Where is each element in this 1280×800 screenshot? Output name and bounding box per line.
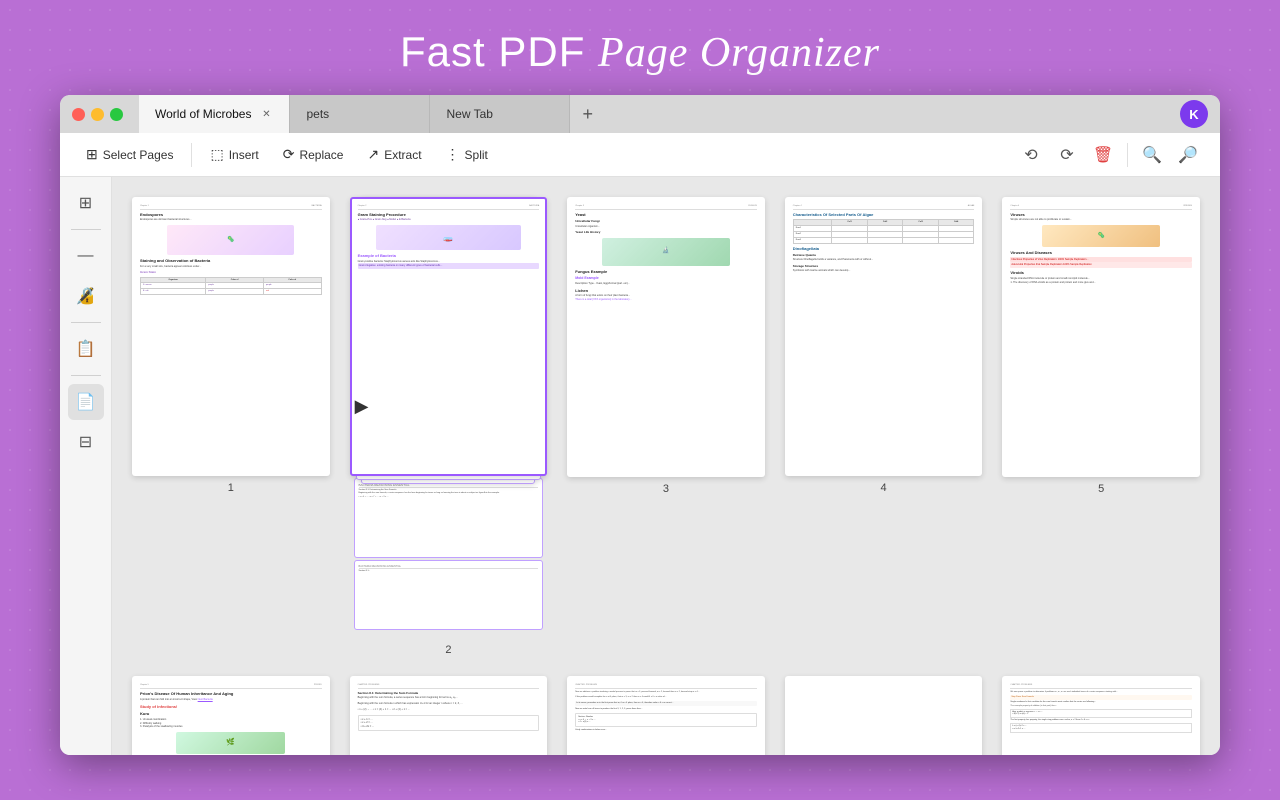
page-thumb-4[interactable]: Chapter 4ALGAE Characteristics Of Select…	[785, 197, 983, 476]
user-avatar[interactable]: K	[1180, 100, 1208, 128]
page-grid-container[interactable]: Chapter 1BACTERIA Endospores Endospores …	[112, 177, 1220, 755]
extract-icon: ↗	[367, 146, 379, 163]
replace-button[interactable]: ⟳ Replace	[273, 141, 354, 168]
page-item-1[interactable]: Chapter 1BACTERIA Endospores Endospores …	[132, 197, 330, 656]
toolbar-separator-2	[1127, 143, 1128, 167]
page-thumb-7[interactable]: CHAPTER: PROBLEMS Section 8.1: Determini…	[350, 676, 548, 755]
select-pages-label: Select Pages	[103, 148, 174, 162]
page-content-6: Chapter 5PRIONS Prion's Disease Of Human…	[134, 678, 328, 755]
page-item-10[interactable]: CHAPTER: PROBLEMS We now prove a problem…	[1002, 676, 1200, 755]
maximize-button[interactable]	[110, 108, 123, 121]
cursor-arrow: ▶	[355, 396, 369, 417]
sidebar-separator-3	[71, 375, 101, 376]
tab-label: New Tab	[446, 107, 492, 121]
sidebar-stamp-button[interactable]: 🔏	[68, 278, 104, 314]
toolbar-separator	[191, 143, 192, 167]
page-item-5[interactable]: Chapter 4VIRUSES Viruses Simple structur…	[1002, 197, 1200, 656]
page-content-9: ↷	[787, 678, 981, 755]
page-content-5: Chapter 4VIRUSES Viruses Simple structur…	[1004, 199, 1198, 475]
browser-window: World of Microbes ✕ pets New Tab + K ⊞ S…	[60, 95, 1220, 755]
split-button[interactable]: ⋮ Split	[436, 141, 498, 168]
title-bar: World of Microbes ✕ pets New Tab + K	[60, 95, 1220, 133]
page-number-3: 3	[663, 483, 669, 495]
traffic-lights	[72, 108, 123, 121]
sidebar-separator-2	[71, 322, 101, 323]
select-pages-button[interactable]: ⊞ Select Pages	[76, 141, 183, 168]
replace-label: Replace	[299, 148, 343, 162]
page-thumb-3[interactable]: Chapter 3FUNGUS Yeast Unicellular Fungi …	[567, 197, 765, 477]
insert-button[interactable]: ⬚ Insert	[200, 141, 268, 168]
tab-world-of-microbes[interactable]: World of Microbes ✕	[139, 95, 290, 133]
app-title: Fast PDF Page Organizer	[400, 28, 880, 77]
tab-new-tab[interactable]: New Tab	[430, 95, 570, 133]
main-area: ⊞ — 🔏 📋 📄 ⊟ Chapter 1BACTERIA Endospores	[60, 177, 1220, 755]
page-number-5: 5	[1098, 483, 1104, 495]
page-number-1: 1	[228, 482, 234, 494]
page-content-8: CHAPTER: PROBLEMS Now we address a probl…	[569, 678, 763, 755]
sidebar-minus-button[interactable]: —	[68, 238, 104, 274]
zoom-out-button[interactable]: 🔍	[1136, 139, 1168, 171]
page-item-2[interactable]: ▶ Chapter 2BACTERIA Gram Staining Proced…	[350, 197, 548, 656]
tab-bar: World of Microbes ✕ pets New Tab +	[139, 95, 1172, 133]
sidebar-pages-button[interactable]: ⊞	[68, 185, 104, 221]
zoom-in-button[interactable]: 🔎	[1172, 139, 1204, 171]
toolbar: ⊞ Select Pages ⬚ Insert ⟳ Replace ↗ Extr…	[60, 133, 1220, 177]
page-item-9[interactable]: ↷ 9	[785, 676, 983, 755]
delete-button[interactable]: 🗑	[1087, 139, 1119, 171]
page-content-4: Chapter 4ALGAE Characteristics Of Select…	[787, 199, 981, 474]
close-button[interactable]	[72, 108, 85, 121]
rotate-right-button[interactable]: ⟳	[1051, 139, 1083, 171]
split-icon: ⋮	[446, 146, 460, 163]
page-content-10: CHAPTER: PROBLEMS We now prove a problem…	[1004, 678, 1198, 755]
sidebar-active-button[interactable]: 📄	[68, 384, 104, 420]
sidebar-layers-button[interactable]: ⊟	[68, 424, 104, 460]
page-grid: Chapter 1BACTERIA Endospores Endospores …	[132, 197, 1200, 755]
page-number-2: 2	[445, 644, 451, 656]
page-content-7: CHAPTER: PROBLEMS Section 8.1: Determini…	[352, 678, 546, 755]
minimize-button[interactable]	[91, 108, 104, 121]
sidebar-separator	[71, 229, 101, 230]
page-thumb-5[interactable]: Chapter 4VIRUSES Viruses Simple structur…	[1002, 197, 1200, 477]
page-item-3[interactable]: Chapter 3FUNGUS Yeast Unicellular Fungi …	[567, 197, 765, 656]
split-label: Split	[465, 148, 488, 162]
tab-pets[interactable]: pets	[290, 95, 430, 133]
page-content-1: Chapter 1BACTERIA Endospores Endospores …	[134, 199, 328, 474]
insert-icon: ⬚	[210, 146, 223, 163]
page-thumb-10[interactable]: CHAPTER: PROBLEMS We now prove a problem…	[1002, 676, 1200, 755]
page-thumb-6[interactable]: Chapter 5PRIONS Prion's Disease Of Human…	[132, 676, 330, 755]
page-item-4[interactable]: Chapter 4ALGAE Characteristics Of Select…	[785, 197, 983, 656]
replace-icon: ⟳	[283, 146, 295, 163]
select-pages-icon: ⊞	[86, 146, 98, 163]
page-item-8[interactable]: CHAPTER: PROBLEMS Now we address a probl…	[567, 676, 765, 755]
page-thumb-8[interactable]: CHAPTER: PROBLEMS Now we address a probl…	[567, 676, 765, 755]
page-content-3: Chapter 3FUNGUS Yeast Unicellular Fungi …	[569, 199, 763, 475]
extract-button[interactable]: ↗ Extract	[357, 141, 431, 168]
new-tab-button[interactable]: +	[570, 95, 605, 133]
sidebar-note-button[interactable]: 📋	[68, 331, 104, 367]
sidebar: ⊞ — 🔏 📋 📄 ⊟	[60, 177, 112, 755]
tab-close-icon[interactable]: ✕	[259, 107, 273, 121]
insert-label: Insert	[229, 148, 259, 162]
rotate-left-button[interactable]: ⟲	[1015, 139, 1047, 171]
page-thumb-2[interactable]: Chapter 2BACTERIA Gram Staining Procedur…	[350, 197, 548, 476]
page-thumb-9[interactable]: ↷	[785, 676, 983, 755]
tab-label: pets	[306, 107, 329, 121]
extract-label: Extract	[384, 148, 421, 162]
tab-label: World of Microbes	[155, 107, 251, 121]
page-number-4: 4	[881, 482, 887, 494]
page-item-7[interactable]: CHAPTER: PROBLEMS Section 8.1: Determini…	[350, 676, 548, 755]
page-item-6[interactable]: Chapter 5PRIONS Prion's Disease Of Human…	[132, 676, 330, 755]
page-thumb-1[interactable]: Chapter 1BACTERIA Endospores Endospores …	[132, 197, 330, 476]
page-content-2: Chapter 2BACTERIA Gram Staining Procedur…	[352, 199, 546, 474]
